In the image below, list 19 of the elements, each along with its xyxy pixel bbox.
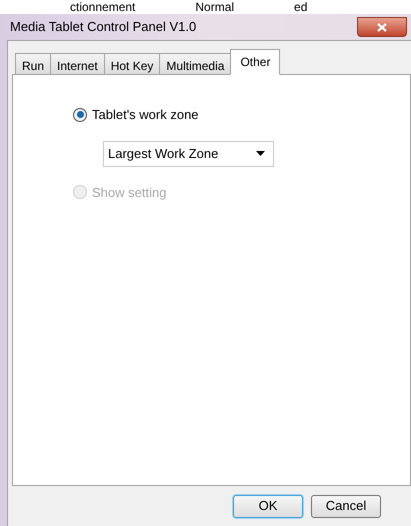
caret-icon [256, 151, 265, 156]
work-zone-dropdown[interactable]: Largest Work Zone [103, 140, 274, 166]
dialog-button[interactable]: OK [233, 494, 303, 518]
tab[interactable]: Internet [50, 53, 105, 75]
background-text: ctionnement [70, 0, 136, 14]
radio-label: Show setting [92, 184, 166, 202]
dropdown-value: Largest Work Zone [108, 144, 218, 163]
dialog-button[interactable]: Cancel [311, 494, 381, 518]
close-icon [377, 22, 387, 32]
tab[interactable]: Multimedia [159, 53, 232, 75]
tab[interactable]: Other [230, 49, 280, 75]
tab[interactable]: Run [15, 53, 52, 75]
tab[interactable]: Hot Key [104, 53, 160, 75]
background-text: Normal [195, 0, 234, 14]
radio-label: Tablet's work zone [92, 106, 199, 124]
background-text: ed [294, 0, 308, 14]
close-button[interactable] [357, 17, 407, 37]
window-title: Media Tablet Control Panel V1.0 [9, 18, 196, 36]
radio-button[interactable] [73, 108, 87, 122]
